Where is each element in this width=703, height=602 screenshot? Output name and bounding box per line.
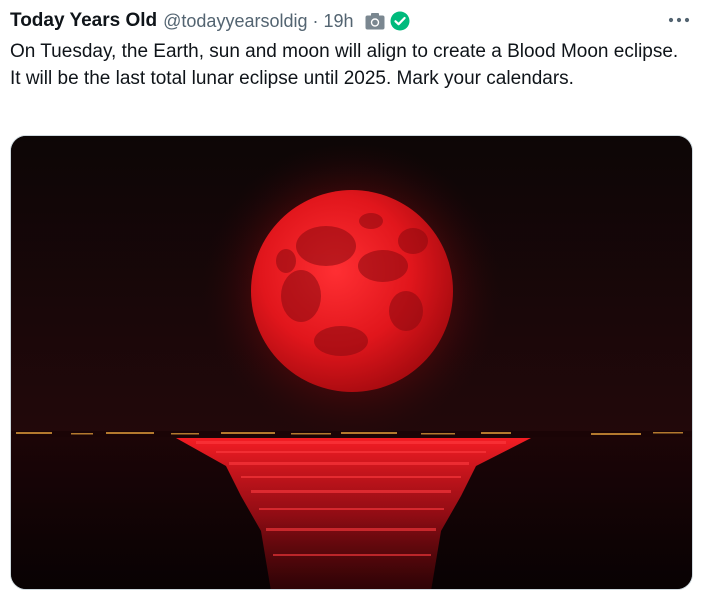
more-options-icon (668, 17, 690, 23)
tweet-text: On Tuesday, the Earth, sun and moon will… (10, 41, 679, 89)
blood-moon-photo (11, 136, 692, 589)
tweet-card: Today Years Old @todayyearsoldig · 19h O… (0, 0, 703, 602)
author-name[interactable]: Today Years Old (10, 10, 157, 32)
tweet-media-image[interactable] (10, 135, 693, 590)
separator-dot: · (312, 10, 319, 31)
timestamp[interactable]: 19h (324, 11, 354, 32)
camera-icon (365, 12, 385, 30)
author-handle[interactable]: @todayyearsoldig (163, 11, 307, 32)
tweet-header: Today Years Old @todayyearsoldig · 19h (10, 8, 410, 34)
more-options-button[interactable] (667, 10, 691, 30)
verified-check-icon (390, 11, 410, 31)
